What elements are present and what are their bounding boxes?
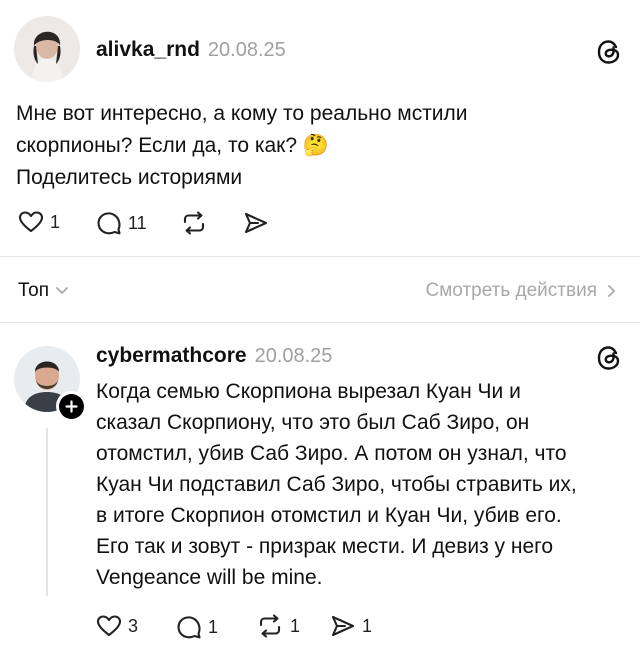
post-like-button[interactable]: 1 <box>18 210 60 234</box>
comment-icon <box>176 614 202 640</box>
sort-dropdown[interactable]: Топ <box>18 280 69 302</box>
share-count: 1 <box>362 615 373 636</box>
divider <box>0 256 640 257</box>
reply-username[interactable]: cybermathcore <box>96 344 247 367</box>
thread-line <box>46 428 48 596</box>
reply-text-line: отомстил, убив Саб Зиро. А потом он узна… <box>96 442 567 465</box>
post-comment-button[interactable]: 11 <box>96 210 147 236</box>
post-avatar[interactable] <box>14 16 80 82</box>
chevron-down-icon <box>55 286 69 296</box>
reply-text-line: Когда семью Скорпиона вырезал Куан Чи и <box>96 380 521 403</box>
post-text-line: скорпионы? Если да, то как? 🤔 <box>16 134 330 157</box>
comment-icon <box>96 210 122 236</box>
reply-text-line: Его так и зовут - призрак мести. И девиз… <box>96 535 554 558</box>
repost-icon[interactable] <box>180 211 208 235</box>
reply-text-line: сказал Скорпиону, что это был Саб Зиро, … <box>96 411 530 434</box>
post-text: Мне вот интересно, а кому то реально мст… <box>16 98 616 194</box>
reply-text-line: в итоге Скорпион отомстил и Куан Чи, уби… <box>96 504 562 527</box>
reply-repost-button[interactable]: 1 <box>256 614 300 638</box>
post-date: 20.08.25 <box>207 39 286 61</box>
post-text-line: Мне вот интересно, а кому то реально мст… <box>16 102 468 125</box>
reply-date: 20.08.25 <box>254 345 333 367</box>
heart-icon <box>18 210 44 234</box>
chevron-right-icon <box>607 284 616 298</box>
like-count: 1 <box>50 211 61 232</box>
follow-plus-button[interactable] <box>56 391 86 421</box>
reply-text-line: Vengeance will be mine. <box>96 566 323 589</box>
reply-share-button[interactable]: 1 <box>330 614 372 638</box>
plus-icon <box>58 393 84 419</box>
heart-icon <box>96 614 122 638</box>
comment-count: 1 <box>208 616 219 637</box>
repost-icon <box>256 614 284 638</box>
reply-comment-button[interactable]: 1 <box>176 614 218 640</box>
reply-header: cybermathcore 20.08.25 <box>96 344 332 368</box>
post-text-line: Поделитесь историями <box>16 166 243 189</box>
view-activity-label: Смотреть действия <box>425 280 597 301</box>
reply-text: Когда семью Скорпиона вырезал Куан Чи и … <box>96 376 632 593</box>
share-icon <box>330 614 356 638</box>
threads-logo-icon[interactable] <box>596 39 622 65</box>
thinking-face-emoji: 🤔 <box>302 134 330 157</box>
repost-count: 1 <box>290 615 301 636</box>
comment-count: 11 <box>128 212 147 233</box>
divider <box>0 322 640 323</box>
threads-logo-icon[interactable] <box>596 345 622 371</box>
share-icon[interactable] <box>243 211 269 235</box>
reply-like-button[interactable]: 3 <box>96 614 138 638</box>
post-username[interactable]: alivka_rnd <box>96 38 200 61</box>
view-activity-link[interactable]: Смотреть действия <box>426 280 616 302</box>
like-count: 3 <box>128 615 139 636</box>
reply-text-line: Куан Чи подставил Саб Зиро, чтобы страви… <box>96 473 577 496</box>
post-header: alivka_rnd 20.08.25 <box>96 38 286 62</box>
sort-label: Топ <box>18 280 49 301</box>
